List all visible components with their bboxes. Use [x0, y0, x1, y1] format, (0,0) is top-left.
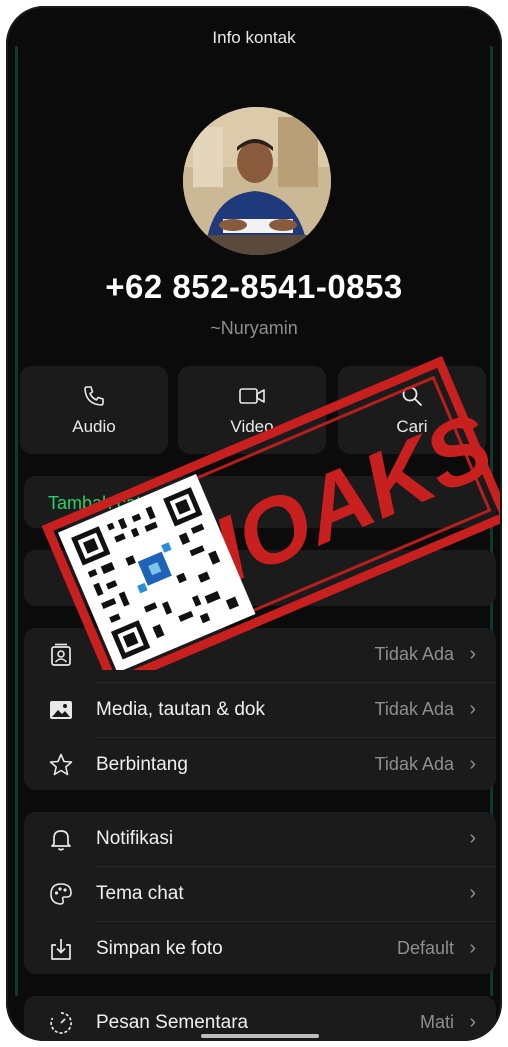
avatar[interactable] [183, 107, 331, 255]
save-to-photos-value: Default [396, 938, 454, 958]
chevron-right-icon: › [469, 827, 476, 849]
contact-card-icon [51, 643, 71, 666]
save-to-photos-label: Simpan ke foto [96, 938, 223, 959]
starred-value: Tidak Ada [374, 754, 454, 774]
audio-label: Audio [72, 417, 116, 436]
chevron-right-icon: › [469, 643, 476, 665]
chevron-right-icon: › [469, 698, 476, 720]
timer-icon [50, 1012, 73, 1034]
media-section: Tidak Ada › Media, tautan & dok Tidak Ad… [24, 628, 496, 790]
settings-section: Notifikasi › Tema chat › Simpan ke foto … [24, 812, 496, 974]
video-label: Video [230, 417, 274, 436]
chevron-right-icon: › [469, 882, 476, 904]
disappearing-messages-value: Mati [419, 1012, 454, 1032]
contact-display-name: ~Nuryamin [210, 318, 298, 338]
video-call-button[interactable]: Video [178, 366, 326, 454]
download-icon [51, 939, 71, 960]
disappearing-messages-label: Pesan Sementara [96, 1012, 249, 1033]
media-links-docs-label: Media, tautan & dok [96, 699, 265, 720]
screen-edge-left [15, 46, 18, 996]
page-title: Info kontak [212, 28, 296, 47]
search-icon [402, 386, 422, 406]
list-item-save-to-photos[interactable]: Simpan ke foto Default › [24, 922, 496, 976]
star-icon [49, 753, 73, 776]
chat-theme-label: Tema chat [96, 883, 184, 904]
avatar-photo [183, 107, 331, 255]
contact-phone-number: +62 852-8541-0853 [105, 268, 403, 305]
list-item-media-links-docs[interactable]: Media, tautan & dok Tidak Ada › [24, 683, 496, 737]
media-links-docs-value: Tidak Ada [374, 699, 454, 719]
chevron-right-icon: › [469, 937, 476, 959]
bell-icon [51, 830, 71, 851]
list-item-starred[interactable]: Berbintang Tidak Ada › [24, 738, 496, 792]
search-button[interactable]: Cari [338, 366, 486, 454]
add-note-button[interactable]: Tambah catatan [24, 476, 496, 528]
search-label: Cari [396, 417, 428, 436]
notifications-label: Notifikasi [96, 828, 174, 849]
home-indicator [201, 1034, 319, 1038]
chevron-right-icon: › [469, 1011, 476, 1033]
audio-call-button[interactable]: Audio [20, 366, 168, 454]
list-item-chat-theme[interactable]: Tema chat › [24, 867, 496, 921]
contact-media-value: Tidak Ada [374, 644, 454, 664]
add-note-label: Tambah catatan [48, 493, 177, 513]
palette-icon [50, 883, 72, 905]
about-card[interactable] [24, 550, 496, 606]
phone-screen: Info kontak +62 852-8541-0853 ~Nuryamin … [6, 6, 502, 1041]
phone-icon [84, 386, 104, 406]
list-item-notifications[interactable]: Notifikasi › [24, 812, 496, 866]
image-icon [50, 701, 72, 719]
list-item-contact-media[interactable]: Tidak Ada › [24, 628, 496, 682]
video-icon [239, 388, 265, 404]
chevron-right-icon: › [469, 753, 476, 775]
starred-label: Berbintang [96, 754, 188, 775]
